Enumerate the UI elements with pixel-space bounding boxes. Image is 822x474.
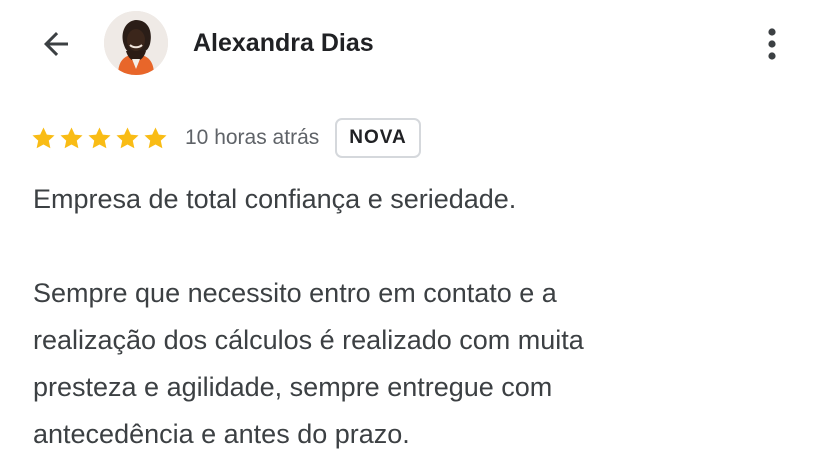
review-text: Empresa de total confiança e seriedade. … [33,176,793,458]
review-paragraph: Empresa de total confiança e seriedade. [33,184,517,214]
avatar[interactable] [104,11,168,75]
back-button[interactable] [34,24,78,64]
star-icon [88,126,111,148]
review-line: presteza e agilidade, sempre entregue co… [33,372,553,402]
arrow-back-icon [44,32,68,56]
more-vert-icon [768,28,776,60]
review-line: antecedência e antes do prazo. [33,419,410,449]
star-icon [32,126,55,148]
star-icon [60,126,83,148]
more-options-button[interactable] [752,20,792,68]
review-line: Sempre que necessito entro em contato e … [33,278,557,308]
review-timestamp: 10 horas atrás [185,126,320,149]
avatar-photo [104,11,168,75]
review-line: realização dos cálculos é realizado com … [33,325,584,355]
star-icon [116,126,139,148]
star-rating [30,125,169,152]
star-icon [144,126,167,148]
review-meta: 10 horas atrás NOVA [30,116,421,160]
review-header: Alexandra Dias [0,0,822,90]
new-badge: NOVA [335,118,421,158]
reviewer-name[interactable]: Alexandra Dias [193,26,374,60]
